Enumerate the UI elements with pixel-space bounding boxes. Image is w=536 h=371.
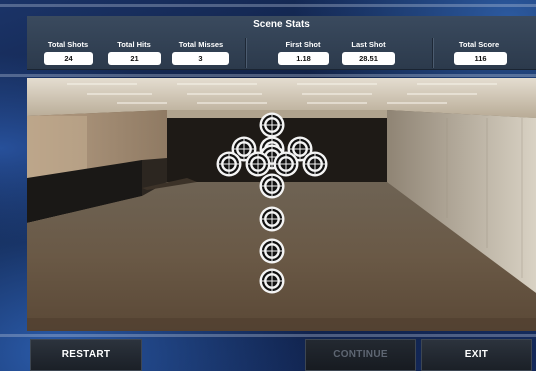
total-score-value: 116 <box>454 52 507 65</box>
total-shots-value: 24 <box>44 52 93 65</box>
scene-stats-panel: Scene Stats Total Shots 24 Total Hits 21… <box>27 16 536 70</box>
total-misses-value: 3 <box>172 52 229 65</box>
first-shot-label: First Shot <box>285 40 321 49</box>
background-strip <box>0 4 536 7</box>
last-shot-label: Last Shot <box>351 40 386 49</box>
bullseye-target-icon[interactable] <box>302 151 328 177</box>
stats-divider <box>245 38 246 68</box>
total-misses-label: Total Misses <box>178 40 224 49</box>
exit-button[interactable]: EXIT <box>421 339 532 371</box>
total-hits-value: 21 <box>108 52 161 65</box>
restart-button[interactable]: RESTART <box>30 339 142 371</box>
background-strip <box>0 334 536 337</box>
stats-divider <box>432 38 433 68</box>
shooting-range-scene[interactable] <box>27 78 536 331</box>
bullseye-target-icon[interactable] <box>259 206 285 232</box>
bullseye-target-icon[interactable] <box>259 268 285 294</box>
bullseye-target-icon[interactable] <box>259 238 285 264</box>
total-score-label: Total Score <box>458 40 500 49</box>
continue-button[interactable]: CONTINUE <box>305 339 416 371</box>
stats-title: Scene Stats <box>253 19 310 30</box>
last-shot-value: 28.51 <box>342 52 395 65</box>
bullseye-target-icon[interactable] <box>216 151 242 177</box>
total-shots-label: Total Shots <box>47 40 89 49</box>
background-strip <box>0 74 536 77</box>
bullseye-target-icon[interactable] <box>259 112 285 138</box>
bullseye-target-icon[interactable] <box>259 173 285 199</box>
first-shot-value: 1.18 <box>278 52 329 65</box>
total-hits-label: Total Hits <box>117 40 151 49</box>
